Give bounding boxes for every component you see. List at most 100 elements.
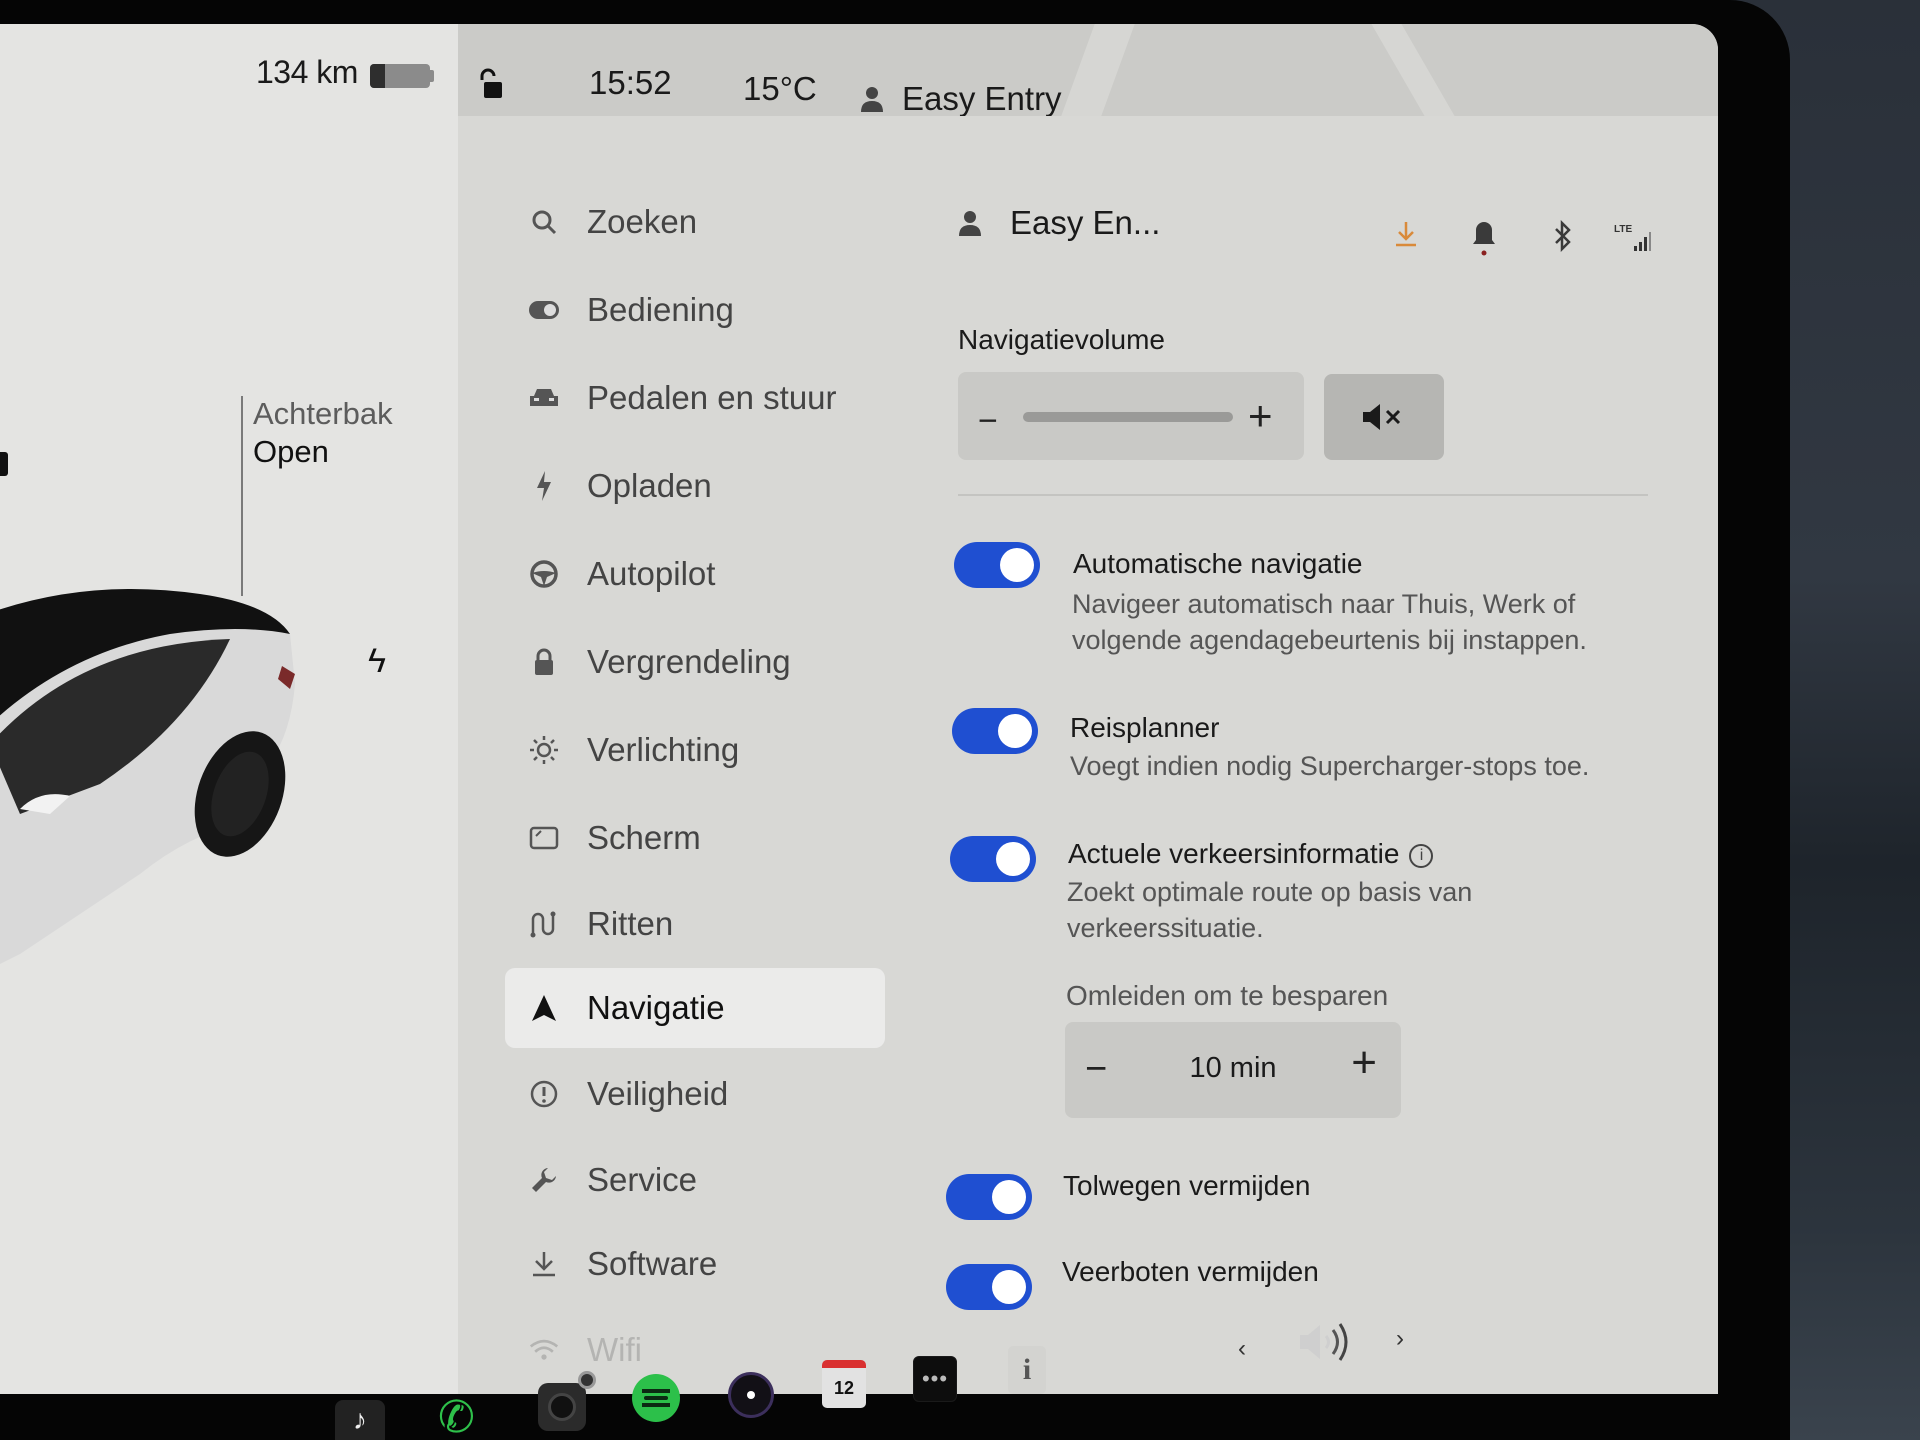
sidebar-item-ritten[interactable]: Ritten	[505, 884, 885, 964]
sidebar-item-label: Wifi	[587, 1331, 642, 1368]
option-title: Tolwegen vermijden	[1063, 1170, 1311, 1201]
dock-spotify[interactable]	[632, 1374, 680, 1422]
bell-icon[interactable]	[1472, 220, 1496, 256]
software-update-download-icon[interactable]	[1393, 220, 1419, 250]
charge-port-bolt-icon[interactable]: ϟ	[368, 642, 386, 681]
dock-media-player[interactable]: ♪	[335, 1400, 385, 1440]
sidebar-item-zoeken[interactable]: Zoeken	[505, 182, 885, 262]
bluetooth-icon[interactable]	[1553, 220, 1573, 252]
info-icon[interactable]: i	[1409, 843, 1434, 868]
toggle-reisplanner[interactable]	[952, 708, 1038, 754]
sidebar-item-verlichting[interactable]: Verlichting	[505, 710, 885, 790]
reroute-label: Omleiden om te besparen	[1066, 980, 1389, 1011]
sidebar-item-label: Software	[587, 1245, 718, 1282]
sidebar-item-opladen[interactable]: Opladen	[505, 446, 885, 526]
dock-more-apps[interactable]: •••	[913, 1356, 957, 1402]
outside-temperature: 15°C	[743, 70, 817, 107]
camera-badge	[578, 1371, 596, 1389]
sidebar-item-label: Navigatie	[587, 989, 725, 1026]
sidebar-item-pedalen-en-stuur[interactable]: Pedalen en stuur	[505, 358, 885, 438]
toggle-icon	[529, 295, 559, 325]
camera-icon	[548, 1393, 576, 1421]
music-note-icon: ♪	[353, 1404, 367, 1435]
display-icon	[529, 823, 559, 853]
chevron-left-icon: ‹	[1238, 1335, 1246, 1362]
trips-icon	[529, 909, 559, 939]
toggle-actuele-verkeersinformatie[interactable]	[950, 836, 1036, 882]
speaker-muted-icon	[1363, 404, 1401, 430]
sidebar-item-service[interactable]: Service	[505, 1140, 885, 1220]
reroute-increase-button[interactable]: +	[1351, 1038, 1377, 1088]
wrench-icon	[529, 1165, 559, 1195]
download-icon	[529, 1249, 559, 1279]
volume-down-button[interactable]: −	[978, 402, 998, 441]
dock-dashcam[interactable]	[728, 1372, 774, 1418]
option-title: Veerboten vermijden	[1062, 1256, 1319, 1287]
volume-slider[interactable]	[1023, 412, 1233, 422]
toggle-knob	[1000, 548, 1034, 582]
safety-icon	[529, 1079, 559, 1109]
option-description: Voegt indien nodig Supercharger-stops to…	[1070, 751, 1590, 781]
sidebar-item-navigatie[interactable]: Navigatie	[505, 968, 885, 1048]
toggle-veerboten-vermijden[interactable]	[946, 1264, 1032, 1310]
touchscreen: 134 km Achterbak Open ϟ 15:52 15°C Easy …	[0, 24, 1718, 1394]
sidebar-item-label: Verlichting	[587, 731, 740, 768]
toggle-automatische-navigatie[interactable]	[954, 542, 1040, 588]
dock-owners-manual[interactable]: i	[1008, 1346, 1046, 1394]
sidebar-item-bediening[interactable]: Bediening	[505, 270, 885, 350]
car-render	[0, 589, 295, 964]
driver-profile-button[interactable]: Easy Entry	[860, 80, 1062, 118]
volume-increase-arrow[interactable]: ›	[1396, 1325, 1404, 1353]
lock-icon	[529, 647, 559, 677]
pane-profile-button[interactable]: Easy En...	[958, 204, 1160, 242]
unlock-icon[interactable]	[478, 68, 504, 102]
sidebar-item-label: Pedalen en stuur	[587, 379, 837, 416]
sidebar-item-label: Bediening	[587, 291, 734, 328]
nav-volume-label: Navigatievolume	[958, 324, 1165, 355]
battery-tip	[430, 70, 434, 82]
dock-camera[interactable]	[538, 1371, 596, 1431]
option-title: Reisplanner	[1070, 712, 1220, 743]
light-icon	[529, 735, 559, 765]
volume-decrease-arrow[interactable]: ‹	[1238, 1335, 1246, 1363]
sidebar-item-vergrendeling[interactable]: Vergrendeling	[505, 622, 885, 702]
toggle-tolwegen-vermijden[interactable]	[946, 1174, 1032, 1220]
option-description: Navigeer automatisch naar Thuis, Werk of…	[1072, 589, 1587, 655]
sidebar-item-label: Opladen	[587, 467, 712, 504]
navigation-icon	[529, 993, 559, 1023]
phone-icon: ✆	[438, 1393, 475, 1440]
sidebar-item-scherm[interactable]: Scherm	[505, 798, 885, 878]
speaker-volume-icon	[1300, 1323, 1348, 1361]
option-description: Zoekt optimale route op basis van verkee…	[1067, 877, 1473, 943]
trunk-label[interactable]: Achterbak	[253, 396, 393, 432]
dock-calendar[interactable]: 12	[822, 1360, 866, 1408]
nav-volume-slider-group: − +	[958, 372, 1304, 460]
toggle-knob	[998, 714, 1032, 748]
mute-button[interactable]	[1324, 374, 1444, 460]
map-road	[1061, 24, 1135, 116]
steering-wheel-icon	[529, 559, 559, 589]
sidebar-item-software[interactable]: Software	[505, 1224, 885, 1304]
reroute-threshold-stepper: − 10 min +	[1065, 1022, 1401, 1118]
sidebar-item-label: Scherm	[587, 819, 701, 856]
sidebar-item-label: Zoeken	[587, 203, 698, 240]
search-icon	[529, 207, 559, 237]
lte-signal-icon: LTE	[1614, 224, 1651, 251]
volume-up-button[interactable]: +	[1248, 392, 1273, 440]
wifi-icon	[529, 1335, 559, 1365]
toggle-knob	[996, 842, 1030, 876]
trunk-status[interactable]: Open	[253, 434, 329, 470]
toggle-knob	[992, 1270, 1026, 1304]
sidebar-item-label: Veiligheid	[587, 1075, 729, 1112]
more-icon: •••	[921, 1366, 949, 1391]
chevron-right-icon: ›	[1396, 1325, 1404, 1352]
dock-phone[interactable]: ✆	[438, 1392, 475, 1440]
bolt-icon	[529, 471, 559, 501]
media-volume-button[interactable]	[1298, 1320, 1352, 1364]
person-icon	[959, 211, 981, 236]
option-title-with-info: Actuele verkeersinformatie i	[1068, 838, 1434, 870]
option-title: Actuele verkeersinformatie	[1068, 838, 1400, 869]
sidebar-item-autopilot[interactable]: Autopilot	[505, 534, 885, 614]
sidebar-item-veiligheid[interactable]: Veiligheid	[505, 1054, 885, 1134]
sidebar-item-label: Vergrendeling	[587, 643, 791, 680]
